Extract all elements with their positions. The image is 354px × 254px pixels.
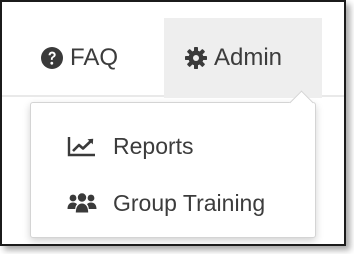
users-icon (67, 192, 97, 214)
nav-faq-label: FAQ (70, 44, 119, 71)
menu-item-reports-label: Reports (113, 132, 194, 159)
nav-faq-link[interactable]: FAQ (40, 2, 118, 114)
question-circle-icon (40, 46, 64, 70)
screenshot-frame: FAQ Admin Reports Group Training (0, 0, 346, 246)
line-chart-icon (67, 135, 97, 157)
admin-dropdown-menu: Reports Group Training (30, 90, 316, 238)
menu-item-group-training[interactable]: Group Training (31, 178, 315, 228)
menu-item-group-training-label: Group Training (113, 189, 266, 216)
nav-admin-menu[interactable]: Admin (164, 18, 322, 98)
nav-admin-label: Admin (214, 44, 283, 71)
menu-item-reports[interactable]: Reports (31, 121, 315, 171)
gear-icon (184, 46, 208, 70)
